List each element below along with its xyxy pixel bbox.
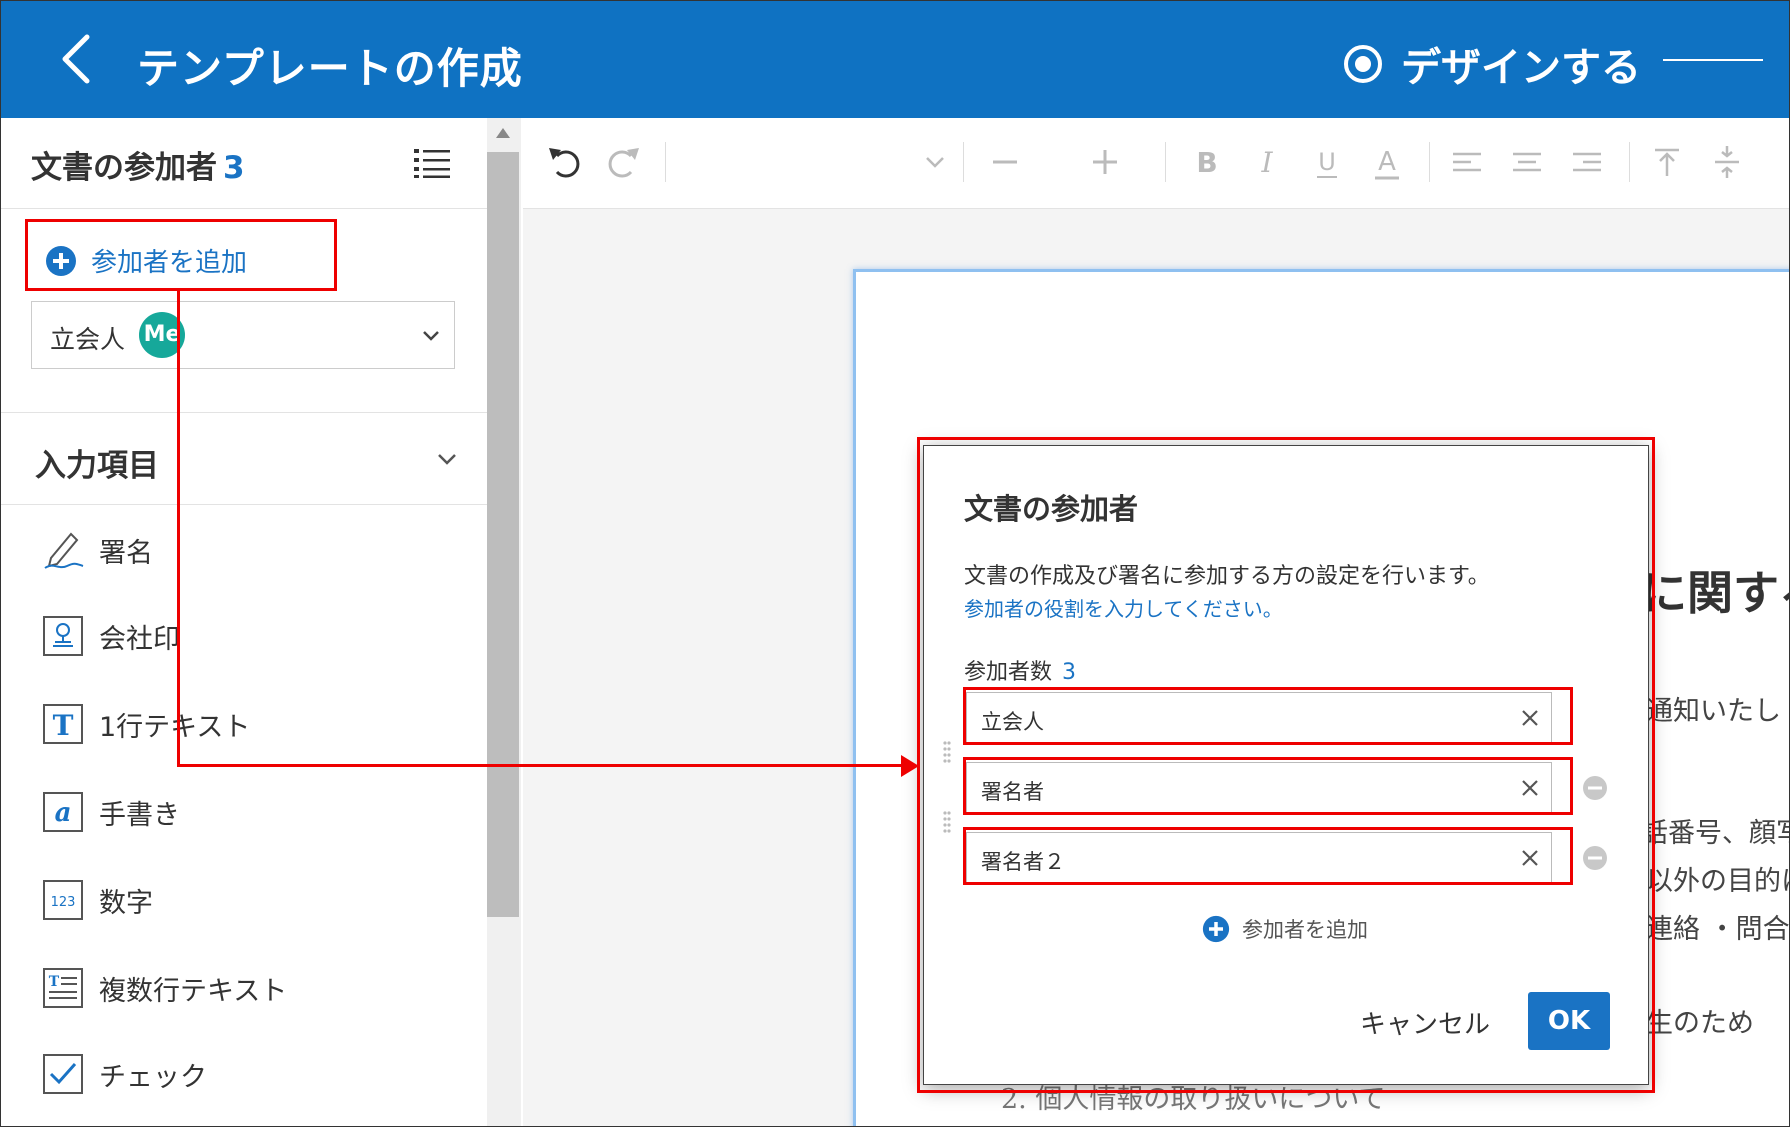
annotation-connector-line <box>177 764 905 767</box>
svg-text:123: 123 <box>51 895 76 910</box>
field-label: 手書き <box>99 799 180 831</box>
toolbar-divider <box>1629 142 1630 182</box>
italic-icon[interactable]: I <box>1245 140 1289 184</box>
bold-icon[interactable]: B <box>1185 140 1229 184</box>
valign-middle-icon[interactable] <box>1705 140 1749 184</box>
back-arrow-icon[interactable] <box>53 31 103 87</box>
toolbar-divider <box>963 142 964 182</box>
chevron-down-icon <box>423 331 439 341</box>
radio-step-icon <box>1344 45 1382 83</box>
field-label: 会社印 <box>99 623 180 655</box>
chevron-down-icon[interactable] <box>435 448 459 470</box>
page-title: テンプレートの作成 <box>137 44 523 93</box>
list-view-icon[interactable] <box>414 146 450 180</box>
chevron-down-icon[interactable] <box>913 140 957 184</box>
svg-text:I: I <box>1260 146 1273 179</box>
divider <box>1 504 487 505</box>
app-frame: テンプレートの作成 デザインする 文書の参加者 3 参加者を追加 立会人 Me … <box>0 0 1790 1127</box>
toolbar-divider <box>1429 142 1430 182</box>
minus-icon[interactable] <box>983 140 1027 184</box>
field-label: 数字 <box>99 887 153 919</box>
participant-select[interactable]: 立会人 Me <box>31 301 455 369</box>
annotation-box-role-2 <box>963 757 1573 815</box>
participants-count: 3 <box>223 150 245 186</box>
svg-text:T: T <box>49 974 60 990</box>
undo-icon[interactable] <box>543 140 587 184</box>
participants-title: 文書の参加者 <box>31 150 217 186</box>
step-indicator-design[interactable]: デザインする <box>1343 35 1641 93</box>
scroll-up-arrow-icon[interactable] <box>494 126 512 140</box>
checkbox-icon <box>43 1054 83 1094</box>
field-label: 署名 <box>99 537 153 569</box>
document-text: 生のため <box>1646 1008 1754 1039</box>
toolbar-divider <box>1165 142 1166 182</box>
annotation-box-role-3 <box>963 827 1573 885</box>
field-company-seal[interactable]: 会社印 <box>41 614 180 658</box>
align-left-icon[interactable] <box>1445 140 1489 184</box>
plus-icon[interactable] <box>1083 140 1127 184</box>
document-text: 通知いたし <box>1646 696 1781 727</box>
selected-participant: 立会人 <box>50 325 126 354</box>
input-section-title[interactable]: 入力項目 <box>35 440 159 485</box>
annotation-arrow-head-icon <box>901 755 919 777</box>
sidebar-scrollbar[interactable] <box>487 118 521 1126</box>
svg-text:B: B <box>1196 146 1217 179</box>
toolbar-divider <box>665 142 666 182</box>
editor-toolbar: B I U A <box>523 118 1789 209</box>
field-number[interactable]: 123 数字 <box>41 878 153 922</box>
svg-text:T: T <box>53 709 74 742</box>
participants-header: 文書の参加者 3 <box>31 142 245 187</box>
align-right-icon[interactable] <box>1565 140 1609 184</box>
company-seal-icon <box>43 616 83 656</box>
divider <box>1 412 487 413</box>
divider <box>1 208 487 209</box>
field-label: チェック <box>99 1061 207 1093</box>
field-multiline-text[interactable]: T 複数行テキスト <box>41 966 287 1010</box>
underline-icon[interactable]: U <box>1305 140 1349 184</box>
svg-text:a: a <box>55 798 72 828</box>
field-single-line-text[interactable]: T 1行テキスト <box>41 702 250 746</box>
field-handwriting[interactable]: a 手書き <box>41 790 180 834</box>
font-color-icon[interactable]: A <box>1365 140 1409 184</box>
redo-icon[interactable] <box>601 140 645 184</box>
signature-pen-icon <box>44 532 84 569</box>
document-title-fragment: に関する <box>1641 566 1789 620</box>
valign-top-icon[interactable] <box>1645 140 1689 184</box>
svg-text:A: A <box>1378 147 1396 177</box>
step-label: デザインする <box>1401 45 1641 91</box>
field-label: 1行テキスト <box>99 711 251 743</box>
field-signature[interactable]: 署名 <box>41 528 153 572</box>
multiline-text-icon: T <box>43 968 83 1008</box>
svg-text:U: U <box>1318 148 1336 176</box>
app-header: テンプレートの作成 デザインする <box>1 1 1789 118</box>
annotation-box-role-1 <box>963 687 1573 745</box>
document-text: 連絡 ・問合せ <box>1646 914 1790 945</box>
scrollbar-thumb[interactable] <box>487 152 519 917</box>
handwriting-icon: a <box>43 792 83 832</box>
align-center-icon[interactable] <box>1505 140 1549 184</box>
step-connector-line <box>1663 59 1763 61</box>
document-text: 以外の目的に <box>1646 866 1789 897</box>
field-label: 複数行テキスト <box>99 975 288 1007</box>
number-123-icon: 123 <box>43 880 83 920</box>
annotation-box-add-participant <box>25 219 337 291</box>
field-checkbox[interactable]: チェック <box>41 1052 207 1096</box>
text-T-icon: T <box>43 704 83 744</box>
document-text: 話番号、顔写 <box>1641 818 1790 849</box>
annotation-connector-line <box>177 291 180 767</box>
